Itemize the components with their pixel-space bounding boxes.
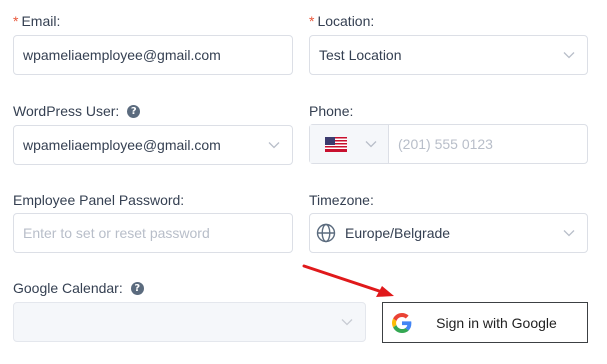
- location-select[interactable]: Test Location: [309, 35, 588, 75]
- required-marker: *: [309, 13, 315, 29]
- phone-field[interactable]: (201) 555 0123: [309, 124, 588, 164]
- us-flag-icon: [325, 136, 347, 152]
- email-label: * Email:: [13, 13, 61, 29]
- chevron-down-icon: [268, 142, 280, 149]
- google-logo-icon: [392, 312, 412, 333]
- password-label: Employee Panel Password:: [13, 192, 185, 208]
- help-icon[interactable]: ?: [127, 104, 141, 118]
- wordpress-user-select[interactable]: wpameliaemployee@gmail.com: [13, 125, 293, 165]
- wordpress-user-label: WordPress User: ?: [13, 103, 141, 119]
- chevron-down-icon: [341, 319, 353, 326]
- country-code-select[interactable]: [310, 125, 389, 163]
- location-label: * Location:: [309, 13, 375, 29]
- required-marker: *: [13, 13, 19, 29]
- phone-input[interactable]: (201) 555 0123: [389, 136, 587, 152]
- google-calendar-select[interactable]: [13, 302, 366, 342]
- help-icon[interactable]: ?: [130, 281, 144, 295]
- email-input[interactable]: wpameliaemployee@gmail.com: [13, 35, 293, 75]
- phone-label: Phone:: [309, 103, 354, 119]
- chevron-down-icon: [563, 52, 575, 59]
- chevron-down-icon: [365, 141, 377, 148]
- timezone-select[interactable]: Europe/Belgrade: [309, 213, 588, 253]
- chevron-down-icon: [563, 230, 575, 237]
- google-calendar-label: Google Calendar: ?: [13, 280, 144, 296]
- password-input[interactable]: Enter to set or reset password: [13, 213, 293, 253]
- google-signin-button[interactable]: Sign in with Google: [382, 302, 588, 343]
- annotation-arrow: [302, 264, 394, 297]
- timezone-label: Timezone:: [309, 192, 374, 208]
- globe-icon: [316, 223, 336, 243]
